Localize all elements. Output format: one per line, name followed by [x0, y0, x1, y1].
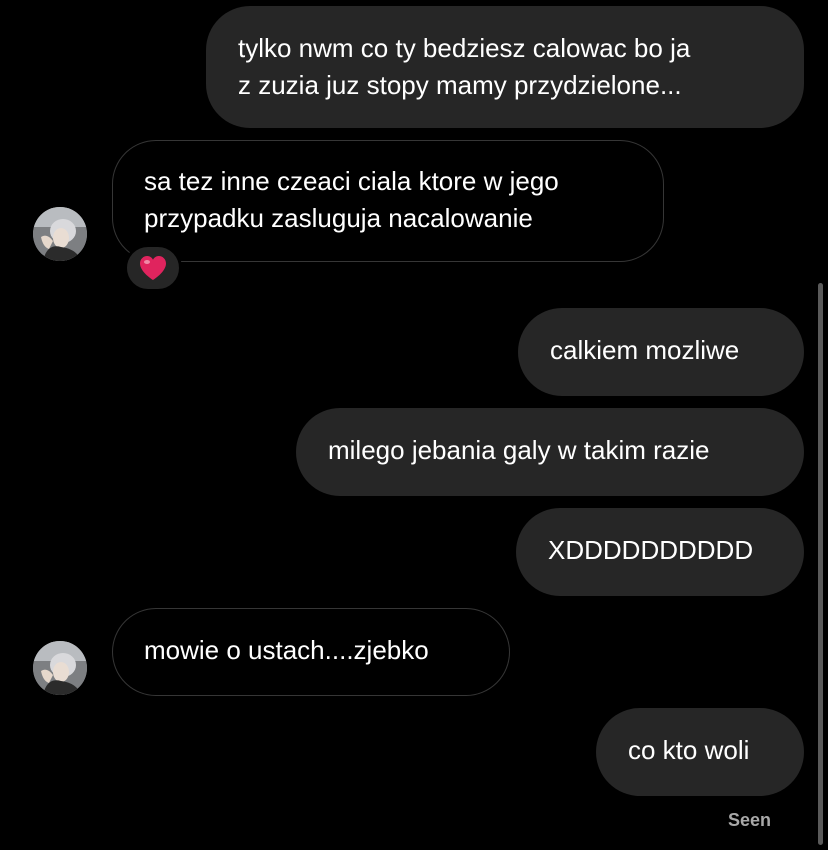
message-bubble-sent[interactable]: milego jebania galy w takim razie	[296, 408, 804, 496]
contact-avatar[interactable]	[33, 641, 87, 695]
scrollbar[interactable]	[818, 283, 823, 845]
avatar-image	[33, 207, 87, 261]
message-bubble-sent[interactable]: co kto woli	[596, 708, 804, 796]
message-text-line: mowie o ustach....zjebko	[144, 635, 429, 665]
contact-avatar[interactable]	[33, 207, 87, 261]
message-text-line: XDDDDDDDDDD	[548, 535, 754, 565]
message-text-line: z zuzia juz stopy mamy przydzielone...	[238, 70, 682, 100]
message-bubble-received[interactable]: mowie o ustach....zjebko	[112, 608, 510, 696]
message-bubble-sent[interactable]: XDDDDDDDDDD	[516, 508, 804, 596]
message-text-line: calkiem mozliwe	[550, 335, 740, 365]
message-text-line: milego jebania galy w takim razie	[328, 435, 710, 465]
message-text-line: sa tez inne czeaci ciala ktore w jego	[144, 166, 559, 196]
message-text-line: co kto woli	[628, 735, 750, 765]
message-bubble-received[interactable]: sa tez inne czeaci ciala ktore w jego pr…	[112, 140, 664, 262]
message-reaction[interactable]	[124, 244, 182, 292]
avatar-image	[33, 641, 87, 695]
message-bubble-sent[interactable]: tylko nwm co ty bedziesz calowac bo ja z…	[206, 6, 804, 128]
message-text-line: tylko nwm co ty bedziesz calowac bo ja	[238, 33, 691, 63]
message-text-line: przypadku zasluguja nacalowanie	[144, 203, 533, 233]
heart-icon	[140, 256, 166, 280]
message-bubble-sent[interactable]: calkiem mozliwe	[518, 308, 804, 396]
seen-status: Seen	[727, 810, 771, 830]
chat-thread: tylko nwm co ty bedziesz calowac bo ja z…	[0, 0, 828, 850]
